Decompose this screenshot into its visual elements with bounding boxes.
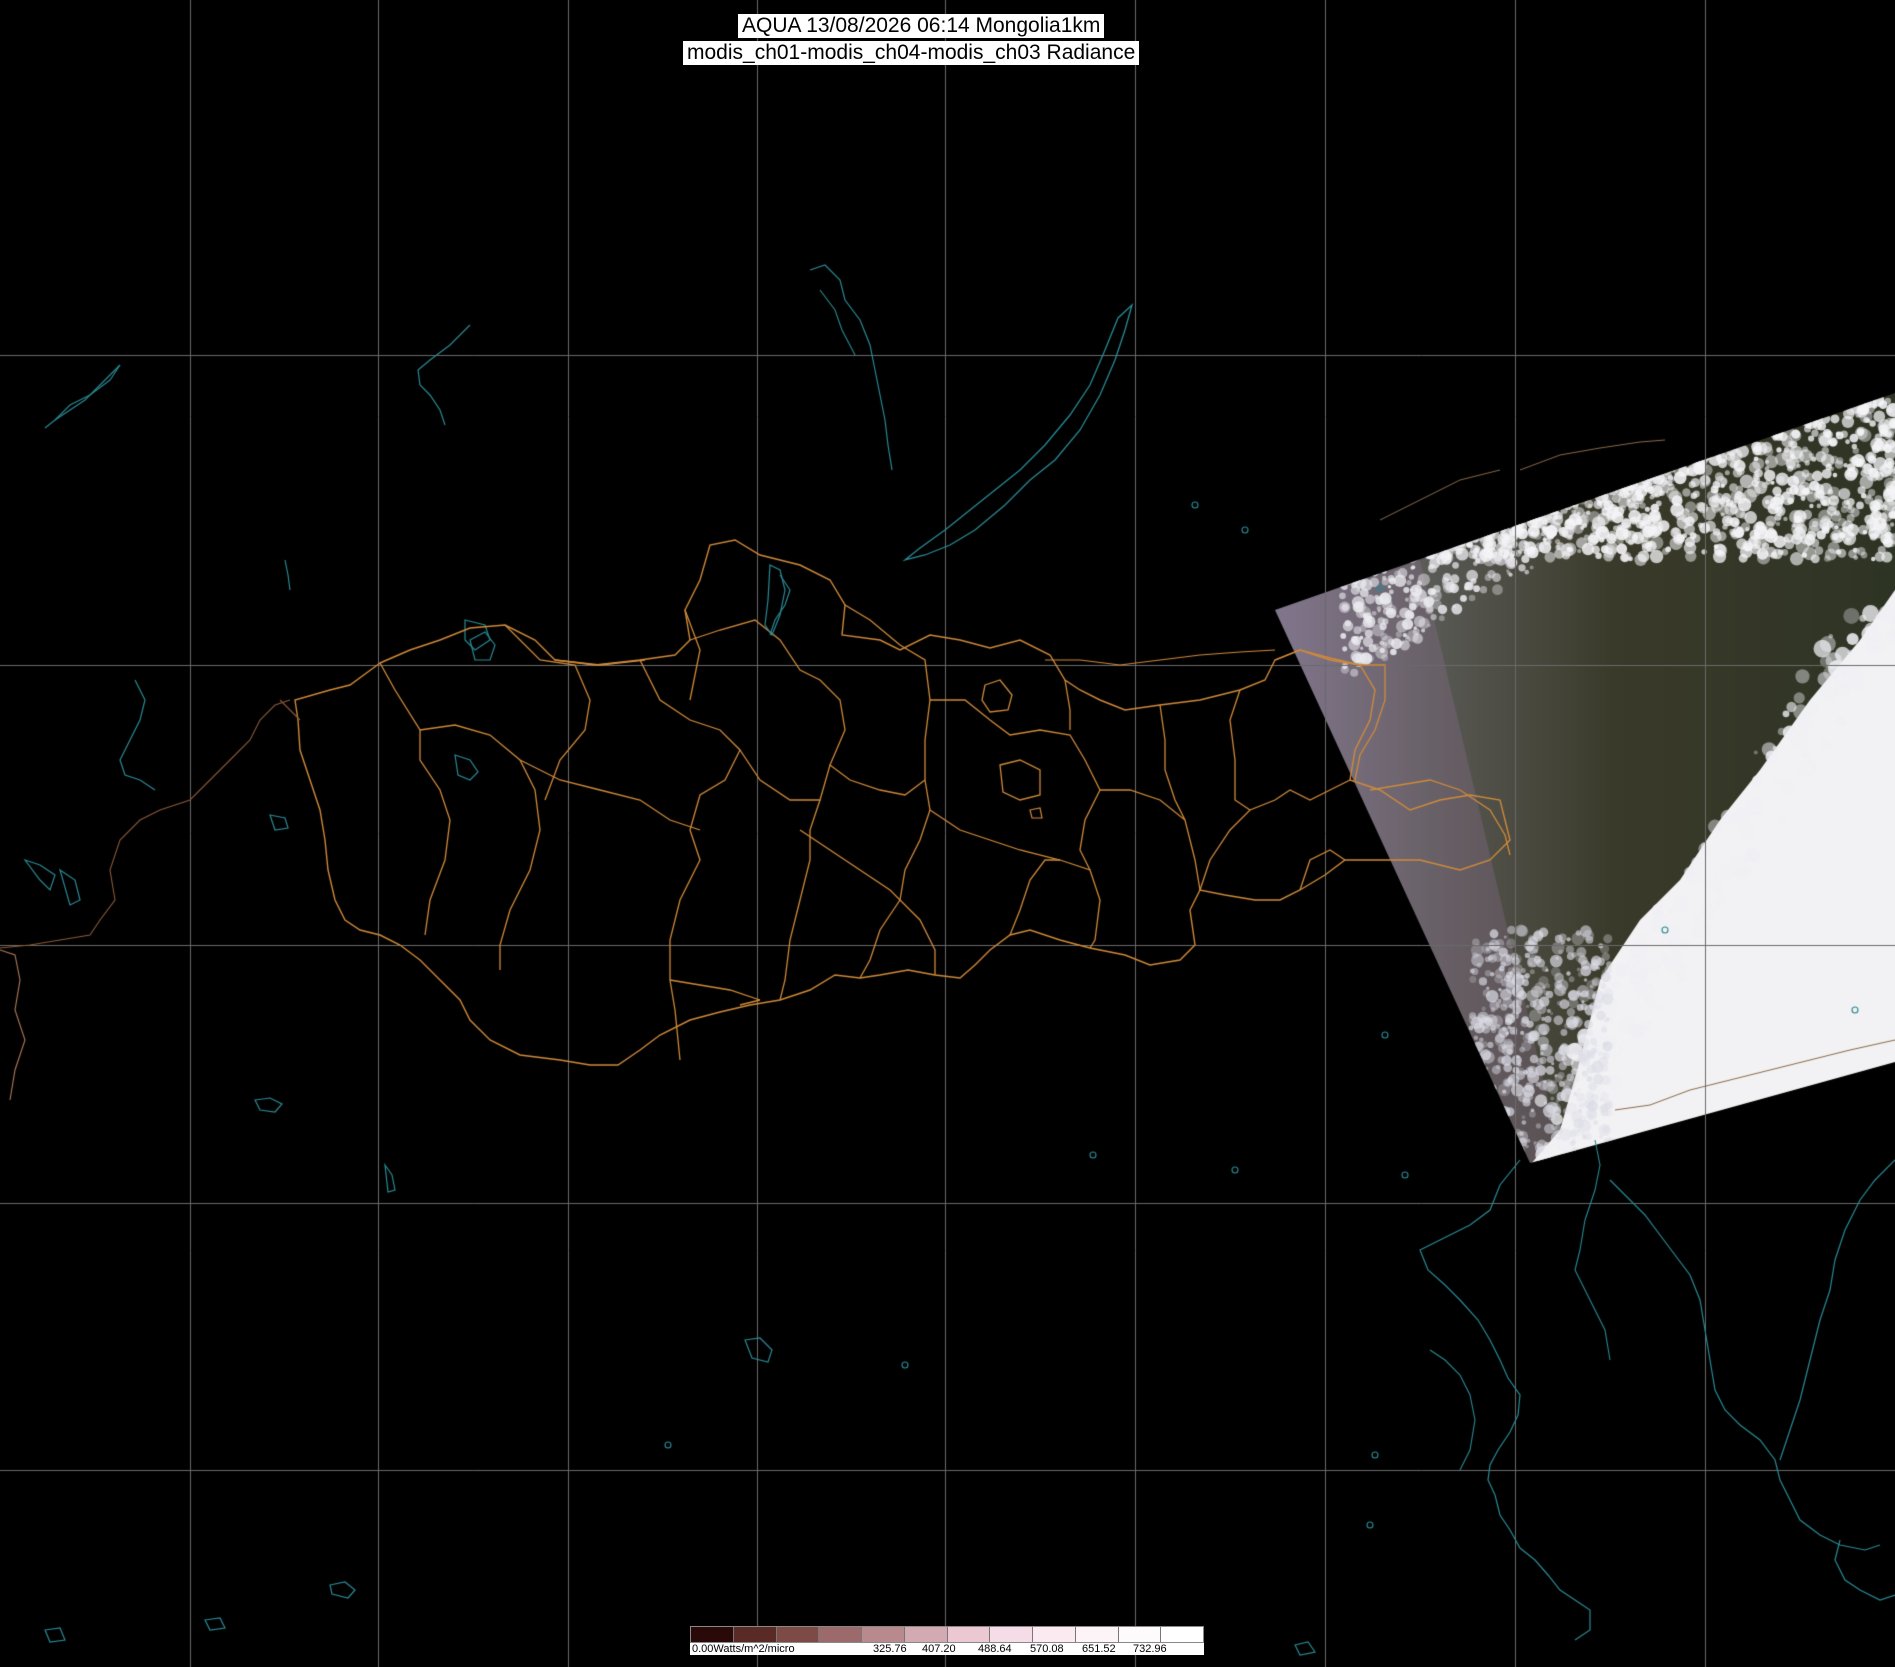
- colorbar-tick-label: 488.64: [978, 1643, 1012, 1655]
- satellite-map-canvas: [0, 0, 1895, 1667]
- colorbar-segment: [904, 1627, 948, 1642]
- colorbar-segment: [819, 1627, 862, 1642]
- colorbar-segment: [1118, 1627, 1162, 1642]
- colorbar-unit-label: 0.00Watts/m^2/micro: [692, 1643, 795, 1655]
- colorbar-segment: [691, 1627, 734, 1642]
- colorbar-segment: [1161, 1627, 1203, 1642]
- colorbar-segment: [776, 1627, 820, 1642]
- colorbar-segment: [947, 1627, 991, 1642]
- colorbar-segment: [733, 1627, 777, 1642]
- colorbar-tick-label: 325.76: [873, 1643, 907, 1655]
- colorbar-segment: [1075, 1627, 1119, 1642]
- colorbar-tick-label: 407.20: [922, 1643, 956, 1655]
- colorbar-ramp: [690, 1626, 1204, 1643]
- colorbar-segment: [1033, 1627, 1076, 1642]
- map-title: AQUA 13/08/2026 06:14 Mongolia1km: [738, 14, 1105, 38]
- colorbar-segment: [862, 1627, 905, 1642]
- map-subtitle: modis_ch01-modis_ch04-modis_ch03 Radianc…: [683, 41, 1140, 65]
- colorbar-segment: [990, 1627, 1033, 1642]
- radiance-colorbar: 0.00Watts/m^2/micro 325.76 407.20 488.64…: [690, 1626, 1204, 1655]
- colorbar-tick-label: 732.96: [1133, 1643, 1167, 1655]
- colorbar-tick-label: 651.52: [1082, 1643, 1116, 1655]
- colorbar-labels: 0.00Watts/m^2/micro 325.76 407.20 488.64…: [690, 1643, 1204, 1655]
- colorbar-tick-label: 570.08: [1030, 1643, 1064, 1655]
